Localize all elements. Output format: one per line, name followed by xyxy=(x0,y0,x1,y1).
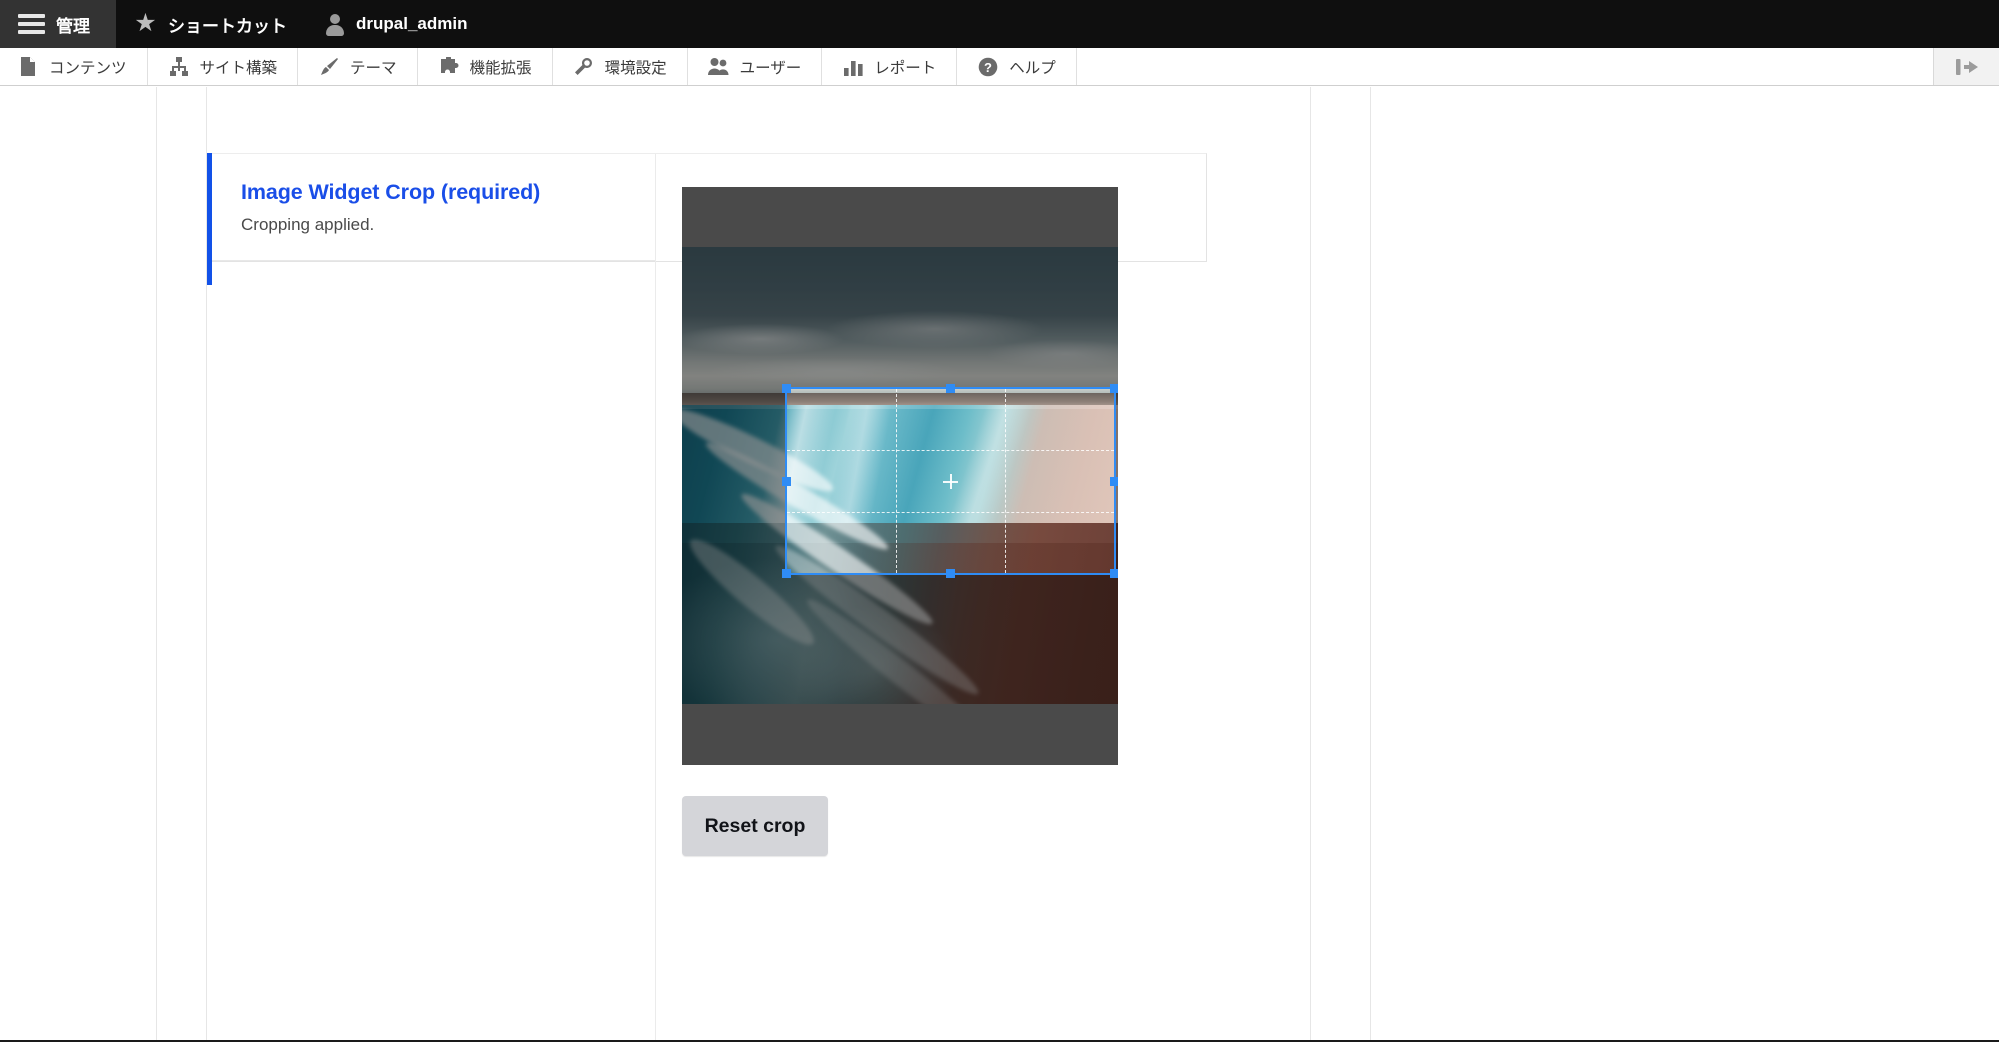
menu-bar-spacer xyxy=(1076,48,1933,85)
paintbrush-icon xyxy=(318,56,340,78)
menu-item-people[interactable]: ユーザー xyxy=(687,48,823,85)
menu-item-label: 環境設定 xyxy=(604,59,667,77)
menu-item-reports[interactable]: レポート xyxy=(822,48,958,85)
menu-item-content[interactable]: コンテンツ xyxy=(0,48,148,85)
page-title: Image Widget Crop (required) xyxy=(241,180,541,204)
account-button[interactable]: drupal_admin xyxy=(307,0,487,48)
admin-menu-bar: コンテンツ サイト構築 テーマ 機能拡張 環境設定 ユーザー レポート ? ヘル… xyxy=(0,48,1999,86)
collapse-panel-left-icon[interactable] xyxy=(1933,48,1999,85)
hamburger-menu-icon xyxy=(18,14,45,34)
account-label: drupal_admin xyxy=(356,14,468,33)
reset-crop-button[interactable]: Reset crop xyxy=(682,796,828,856)
menu-item-label: ユーザー xyxy=(739,59,802,77)
crop-handle-bottom-left[interactable] xyxy=(782,569,791,578)
sitemap-icon xyxy=(168,56,190,78)
menu-item-appearance[interactable]: テーマ xyxy=(298,48,418,85)
menu-item-label: 機能拡張 xyxy=(469,59,532,77)
image-region-sky xyxy=(682,247,1118,399)
crop-grid-line-horizontal xyxy=(787,450,1114,452)
menu-item-help[interactable]: ? ヘルプ xyxy=(957,48,1077,85)
layout-rule-left-outer xyxy=(156,87,157,1042)
crop-grid-line-horizontal xyxy=(787,511,1114,513)
crop-handle-top-left[interactable] xyxy=(782,384,791,393)
crop-grid-line-vertical xyxy=(895,389,897,573)
menu-item-configuration[interactable]: 環境設定 xyxy=(552,48,688,85)
card-column-divider xyxy=(655,154,656,1040)
people-icon xyxy=(708,56,730,78)
crop-card-header: Image Widget Crop (required) Cropping ap… xyxy=(207,153,655,285)
crop-handle-top-right[interactable] xyxy=(1110,384,1118,393)
crop-selection-box[interactable] xyxy=(782,384,1118,578)
menu-item-label: サイト構築 xyxy=(199,59,278,77)
menu-item-label: コンテンツ xyxy=(49,59,127,77)
shortcuts-button[interactable]: ★ ショートカット xyxy=(116,0,307,48)
crop-handle-middle-right[interactable] xyxy=(1110,476,1118,486)
shortcuts-label: ショートカット xyxy=(168,16,287,36)
document-icon xyxy=(17,56,39,78)
user-icon xyxy=(325,13,345,36)
svg-text:?: ? xyxy=(984,60,992,75)
crop-handle-middle-left[interactable] xyxy=(782,476,791,486)
layout-rule-right-outer xyxy=(1370,87,1371,1042)
admin-menu-button[interactable]: 管理 xyxy=(0,0,116,48)
crop-handle-bottom-center[interactable] xyxy=(946,569,955,578)
menu-item-label: ヘルプ xyxy=(1009,59,1056,77)
admin-toolbar: 管理 ★ ショートカット drupal_admin xyxy=(0,0,1999,48)
menu-item-label: テーマ xyxy=(350,59,397,77)
wrench-icon xyxy=(573,56,595,78)
question-circle-icon: ? xyxy=(977,56,999,78)
menu-item-label: レポート xyxy=(874,59,937,77)
crop-handle-bottom-right[interactable] xyxy=(1110,569,1118,578)
star-icon: ★ xyxy=(134,9,157,37)
menu-item-structure[interactable]: サイト構築 xyxy=(147,48,299,85)
image-widget-crop-card: Image Widget Crop (required) Cropping ap… xyxy=(207,153,1207,1040)
crop-grid-line-vertical xyxy=(1004,389,1006,573)
status-badge: Cropping applied. xyxy=(241,214,375,234)
bar-chart-icon xyxy=(842,56,864,78)
admin-menu-label: 管理 xyxy=(56,16,90,36)
layout-rule-right-inner xyxy=(1310,87,1311,1042)
puzzle-piece-icon xyxy=(438,56,460,78)
crop-center-crosshair-icon xyxy=(943,473,958,489)
menu-item-extend[interactable]: 機能拡張 xyxy=(417,48,553,85)
image-cropper-canvas[interactable] xyxy=(682,187,1118,765)
crop-handle-top-center[interactable] xyxy=(946,384,955,393)
page-content-area: Image Widget Crop (required) Cropping ap… xyxy=(0,87,1999,1042)
